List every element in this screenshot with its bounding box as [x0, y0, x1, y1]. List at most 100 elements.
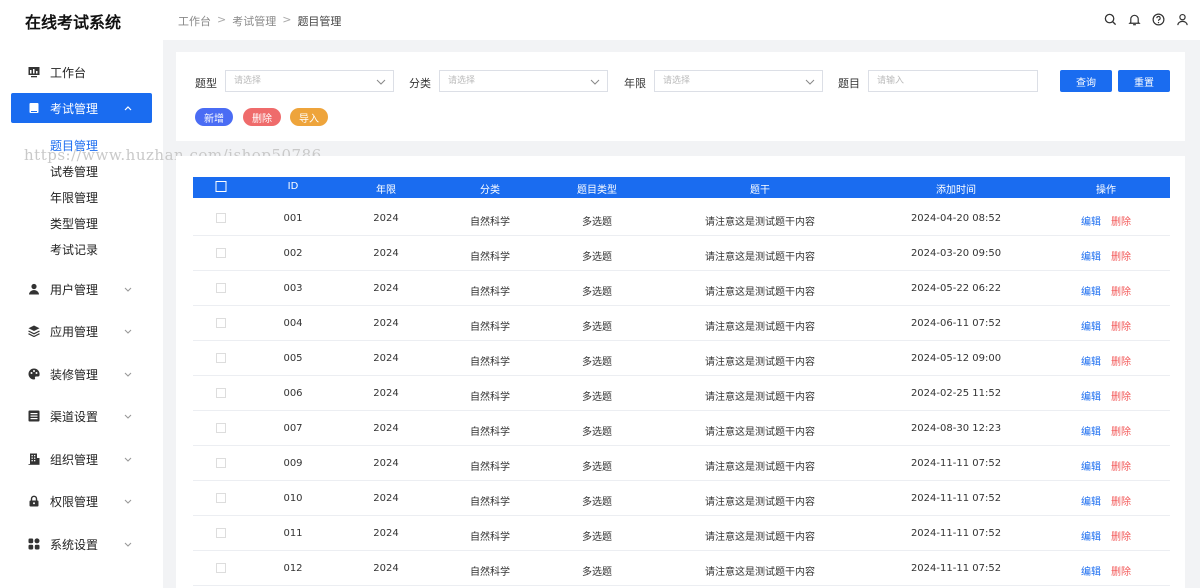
row-delete-link[interactable]: 删除 — [1111, 528, 1131, 543]
add-button[interactable]: 新增 — [195, 108, 233, 126]
cell-id: 009 — [283, 458, 303, 469]
row-checkbox[interactable] — [216, 283, 226, 296]
row-checkbox[interactable] — [216, 493, 226, 506]
filter-type-placeholder: 请选择 — [234, 76, 262, 86]
cell-id: 003 — [283, 283, 303, 294]
cell-time: 2024-06-11 07:52 — [910, 318, 1002, 329]
cell-time: 2024-11-11 07:52 — [910, 493, 1002, 504]
sidebar-item-system[interactable]: 系统设置 — [11, 529, 152, 559]
row-delete-link[interactable]: 删除 — [1111, 213, 1131, 228]
table-row: 011 2024 自然科学 多选题 请注意这是测试题干内容 2024-11-11 07:5… — [193, 516, 1170, 551]
cell-stem: 请注意这是测试题干内容 — [705, 392, 815, 403]
filter-stem-input[interactable]: 请输入 — [868, 70, 1038, 92]
cell-year: 2024 — [373, 388, 399, 399]
row-delete-link[interactable]: 删除 — [1111, 318, 1131, 333]
column-header-time: 添加时间 — [936, 185, 976, 196]
row-delete-link[interactable]: 删除 — [1111, 248, 1131, 263]
filter-year-select[interactable]: 请选择 — [654, 70, 823, 92]
sidebar-subitem-records[interactable]: 考试记录 — [50, 241, 98, 258]
query-button[interactable]: 查询 — [1060, 70, 1112, 92]
row-delete-link[interactable]: 删除 — [1111, 423, 1131, 438]
row-delete-link[interactable]: 删除 — [1111, 283, 1131, 298]
top-header: 在线考试系统 工作台 > 考试管理 > 题目管理 — [0, 0, 1200, 40]
breadcrumb: 工作台 > 考试管理 > 题目管理 — [178, 13, 341, 29]
sidebar-item-permissions[interactable]: 权限管理 — [11, 486, 152, 516]
cell-time: 2024-11-11 07:52 — [910, 563, 1002, 574]
row-delete-link[interactable]: 删除 — [1111, 493, 1131, 508]
user-icon[interactable] — [1174, 11, 1190, 27]
row-edit-link[interactable]: 编辑 — [1081, 318, 1101, 333]
cell-time: 2024-11-11 07:52 — [910, 528, 1002, 539]
chevron-down-icon — [124, 287, 132, 292]
bulk-delete-button[interactable]: 删除 — [243, 108, 281, 126]
import-button[interactable]: 导入 — [290, 108, 328, 126]
cell-qtype: 多选题 — [582, 217, 612, 228]
row-checkbox[interactable] — [216, 423, 226, 436]
cell-qtype: 多选题 — [582, 287, 612, 298]
column-header-qtype: 题目类型 — [577, 185, 617, 196]
row-edit-link[interactable]: 编辑 — [1081, 283, 1101, 298]
sidebar-item-workbench[interactable]: 工作台 — [11, 57, 152, 87]
table-row: 010 2024 自然科学 多选题 请注意这是测试题干内容 2024-11-11 07:5… — [193, 481, 1170, 516]
row-delete-link[interactable]: 删除 — [1111, 458, 1131, 473]
row-delete-link[interactable]: 删除 — [1111, 563, 1131, 578]
breadcrumb-item-exam[interactable]: 考试管理 — [232, 13, 276, 29]
row-delete-link[interactable]: 删除 — [1111, 388, 1131, 403]
sidebar-item-label: 渠道设置 — [50, 409, 99, 424]
table-header: ID 年限 分类 题目类型 题干 添加时间 操作 — [193, 177, 1170, 198]
filter-panel: 题型 请选择 分类 请选择 年限 请选择 题目 请输入 查询 重置 新增 删除 … — [176, 52, 1185, 141]
cell-category: 自然科学 — [470, 567, 510, 578]
sidebar: 工作台 考试管理 题目管理 试卷管理 年限管理 类型管理 考试记录 用户管理 应… — [0, 40, 163, 588]
cell-year: 2024 — [373, 318, 399, 329]
row-checkbox[interactable] — [216, 318, 226, 331]
sidebar-item-label: 装修管理 — [50, 367, 99, 382]
row-edit-link[interactable]: 编辑 — [1081, 458, 1101, 473]
row-edit-link[interactable]: 编辑 — [1081, 248, 1101, 263]
row-edit-link[interactable]: 编辑 — [1081, 528, 1101, 543]
row-edit-link[interactable]: 编辑 — [1081, 353, 1101, 368]
cell-year: 2024 — [373, 493, 399, 504]
search-icon[interactable] — [1102, 11, 1118, 27]
table-row: 009 2024 自然科学 多选题 请注意这是测试题干内容 2024-11-11 07:5… — [193, 446, 1170, 481]
row-checkbox[interactable] — [216, 388, 226, 401]
row-edit-link[interactable]: 编辑 — [1081, 423, 1101, 438]
sidebar-subitem-years[interactable]: 年限管理 — [50, 189, 98, 206]
row-edit-link[interactable]: 编辑 — [1081, 213, 1101, 228]
reset-button[interactable]: 重置 — [1118, 70, 1170, 92]
filter-type-select[interactable]: 请选择 — [225, 70, 394, 92]
sidebar-subitem-papers[interactable]: 试卷管理 — [50, 163, 98, 180]
cell-id: 011 — [283, 528, 303, 539]
cell-category: 自然科学 — [470, 217, 510, 228]
sidebar-item-users[interactable]: 用户管理 — [11, 274, 152, 304]
table-row: 006 2024 自然科学 多选题 请注意这是测试题干内容 2024-02-25 11:5… — [193, 376, 1170, 411]
row-edit-link[interactable]: 编辑 — [1081, 563, 1101, 578]
sidebar-item-label: 应用管理 — [50, 324, 99, 339]
row-checkbox[interactable] — [216, 563, 226, 576]
sidebar-item-exam[interactable]: 考试管理 — [11, 93, 152, 123]
row-checkbox[interactable] — [216, 528, 226, 541]
sidebar-item-organization[interactable]: 组织管理 — [11, 444, 152, 474]
row-checkbox[interactable] — [216, 213, 226, 226]
row-delete-link[interactable]: 删除 — [1111, 353, 1131, 368]
sidebar-item-apps[interactable]: 应用管理 — [11, 316, 152, 346]
filter-stem-label: 题目 — [838, 77, 860, 90]
row-checkbox[interactable] — [216, 248, 226, 261]
select-all-checkbox[interactable] — [215, 181, 227, 195]
sidebar-item-decoration[interactable]: 装修管理 — [11, 359, 152, 389]
help-icon[interactable] — [1150, 11, 1166, 27]
row-edit-link[interactable]: 编辑 — [1081, 493, 1101, 508]
sidebar-subitem-types[interactable]: 类型管理 — [50, 215, 98, 232]
sidebar-item-channels[interactable]: 渠道设置 — [11, 401, 152, 431]
list-icon — [28, 410, 40, 422]
filter-category-select[interactable]: 请选择 — [439, 70, 608, 92]
row-checkbox[interactable] — [216, 458, 226, 471]
row-edit-link[interactable]: 编辑 — [1081, 388, 1101, 403]
lock-icon — [28, 495, 40, 507]
cell-qtype: 多选题 — [582, 532, 612, 543]
cell-stem: 请注意这是测试题干内容 — [705, 462, 815, 473]
breadcrumb-item-current: 题目管理 — [297, 15, 342, 28]
row-checkbox[interactable] — [216, 353, 226, 366]
breadcrumb-item-workbench[interactable]: 工作台 — [178, 13, 211, 29]
palette-icon — [28, 368, 40, 380]
bell-icon[interactable] — [1126, 11, 1142, 27]
